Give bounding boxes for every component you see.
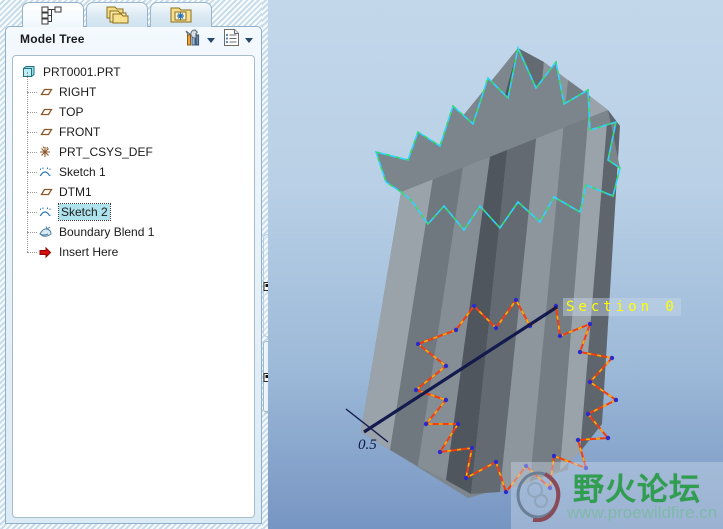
chevron-down-icon bbox=[245, 37, 253, 43]
model-tree-tab[interactable] bbox=[22, 2, 84, 27]
model-3d-render bbox=[345, 45, 621, 498]
list-settings-icon bbox=[222, 28, 241, 52]
tree-item-label: Boundary Blend 1 bbox=[59, 225, 155, 239]
tools-icon bbox=[183, 28, 203, 52]
watermark: 野火论坛 www.proewildfire.cn bbox=[511, 462, 723, 529]
tree-item-sketch-1[interactable]: Sketch 1 bbox=[13, 152, 254, 182]
tree-item-label: Sketch 1 bbox=[59, 165, 106, 179]
datum-plane-icon bbox=[37, 104, 55, 120]
boundary-blend-icon bbox=[37, 224, 55, 240]
tree-item-front[interactable]: FRONT bbox=[13, 112, 254, 142]
tree-item-label: PRT_CSYS_DEF bbox=[59, 145, 153, 159]
folder-star-icon bbox=[151, 3, 211, 27]
layer-tree-tab[interactable] bbox=[86, 2, 148, 27]
section-label: Section 0 bbox=[563, 298, 681, 316]
tree-item-label: Insert Here bbox=[59, 245, 119, 259]
folder-browser-tab[interactable] bbox=[150, 2, 212, 27]
model-tree-icon bbox=[23, 3, 83, 27]
part-icon bbox=[21, 64, 39, 80]
insert-here-arrow-icon bbox=[37, 244, 55, 260]
layers-folders-icon bbox=[87, 3, 147, 27]
application-window: Model Tree PRT0001.PRT RIGHT TOP FRONT P… bbox=[0, 0, 723, 529]
sketch-icon bbox=[37, 204, 55, 220]
tree-item-right[interactable]: RIGHT bbox=[13, 72, 254, 102]
navigator-tab-strip bbox=[0, 0, 267, 27]
coordinate-system-icon bbox=[37, 144, 55, 160]
tree-item-insert-here[interactable]: Insert Here bbox=[13, 232, 254, 262]
tree-root-item[interactable]: PRT0001.PRT bbox=[13, 62, 254, 82]
model-tree-header: Model Tree bbox=[6, 27, 261, 53]
model-tree-panel: Model Tree PRT0001.PRT RIGHT TOP FRONT P… bbox=[5, 26, 262, 524]
chevron-down-icon bbox=[207, 37, 215, 43]
panel-title: Model Tree bbox=[20, 32, 85, 46]
tree-item-label: DTM1 bbox=[59, 185, 92, 199]
tree-item-csys[interactable]: PRT_CSYS_DEF bbox=[13, 132, 254, 162]
tree-item-label: TOP bbox=[59, 105, 84, 119]
tree-item-label: RIGHT bbox=[59, 85, 97, 99]
datum-plane-icon bbox=[37, 184, 55, 200]
tree-item-label-selected: Sketch 2 bbox=[58, 203, 111, 221]
graphics-viewport[interactable]: Section 0 0.5 野火论坛 www.proewildfire.cn bbox=[268, 0, 723, 529]
tree-item-dtm1[interactable]: DTM1 bbox=[13, 172, 254, 202]
watermark-url: www.proewildfire.cn bbox=[567, 503, 718, 522]
dimension-value-label: 0.5 bbox=[358, 437, 377, 453]
tree-display-button[interactable] bbox=[222, 28, 253, 52]
left-dock-panel: Model Tree PRT0001.PRT RIGHT TOP FRONT P… bbox=[0, 0, 267, 529]
model-tree-list[interactable]: PRT0001.PRT RIGHT TOP FRONT PRT_CSYS_DEF… bbox=[12, 55, 255, 518]
ring-logo-icon bbox=[515, 468, 571, 522]
tree-item-label: FRONT bbox=[59, 125, 101, 139]
tree-item-top[interactable]: TOP bbox=[13, 92, 254, 122]
tree-item-boundary-blend-1[interactable]: Boundary Blend 1 bbox=[13, 212, 254, 242]
datum-plane-icon bbox=[37, 124, 55, 140]
datum-plane-icon bbox=[37, 84, 55, 100]
sketch-icon bbox=[37, 164, 55, 180]
settings-tools-button[interactable] bbox=[183, 28, 215, 52]
tree-item-sketch-2[interactable]: Sketch 2 bbox=[13, 192, 254, 222]
tree-item-label: PRT0001.PRT bbox=[43, 65, 121, 79]
